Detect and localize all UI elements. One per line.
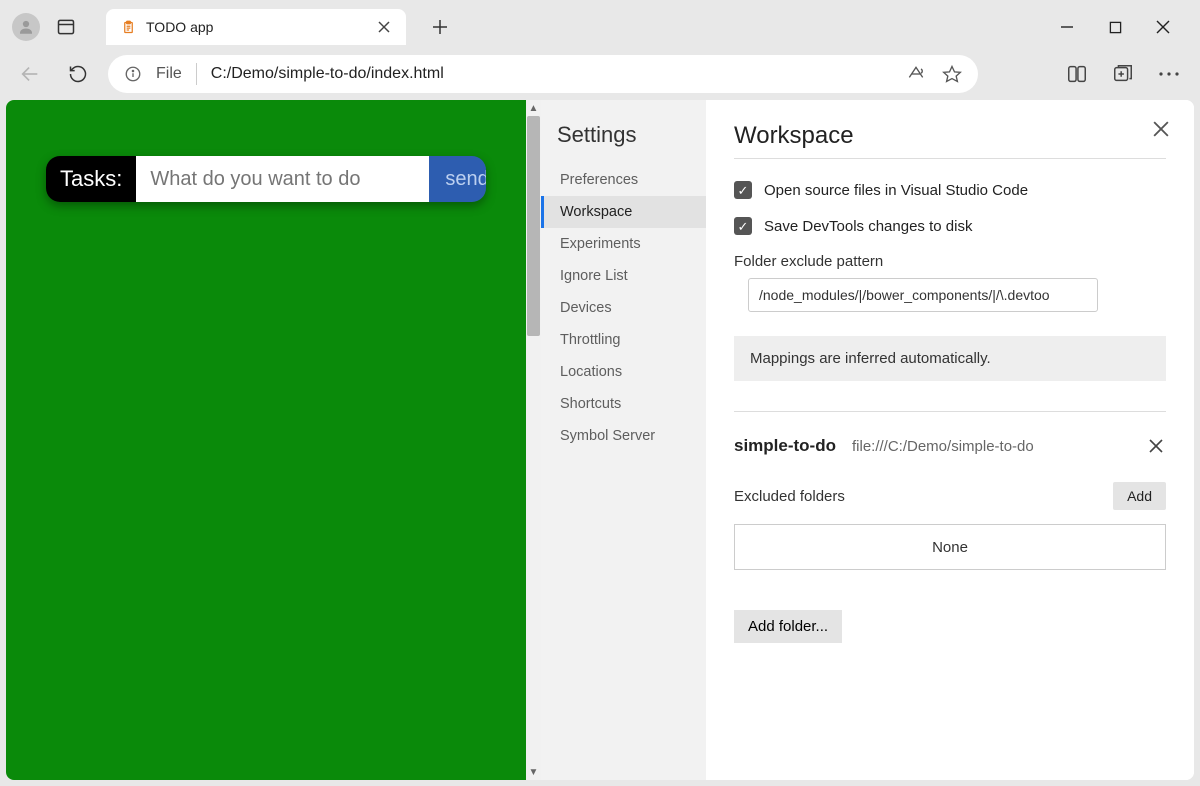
checkbox-open-vscode[interactable]: ✓ Open source files in Visual Studio Cod… [734,181,1166,199]
tab-strip: TODO app [0,0,1200,48]
tab-title: TODO app [146,19,213,35]
add-folder-button[interactable]: Add folder... [734,610,842,643]
page-viewport: Tasks: send ▲ ▼ [6,100,541,780]
task-input[interactable] [136,156,429,202]
todo-form: Tasks: send [46,156,486,202]
settings-nav-ignore-list[interactable]: Ignore List [541,260,706,292]
settings-main: Workspace ✓ Open source files in Visual … [706,100,1194,780]
workspace-folder-row: simple-to-do file:///C:/Demo/simple-to-d… [734,436,1166,456]
scrollbar[interactable]: ▲ ▼ [526,100,541,780]
excluded-folders-empty: None [734,524,1166,570]
refresh-button[interactable] [60,56,96,92]
remove-folder-button[interactable] [1146,436,1166,456]
split-screen-icon[interactable] [1064,61,1090,87]
info-message: Mappings are inferred automatically. [734,336,1166,381]
settings-title: Settings [541,122,706,164]
read-aloud-icon[interactable] [906,64,926,84]
clipboard-icon [120,19,136,35]
scroll-up-icon[interactable]: ▲ [526,100,541,116]
checkbox-label: Save DevTools changes to disk [764,218,972,235]
profile-icon[interactable] [12,13,40,41]
minimize-button[interactable] [1056,16,1078,38]
more-icon[interactable] [1156,61,1182,87]
divider [734,411,1166,412]
window-controls [1056,6,1192,48]
back-button[interactable] [12,56,48,92]
close-settings-button[interactable] [1150,118,1172,140]
maximize-button[interactable] [1104,16,1126,38]
new-tab-button[interactable] [424,11,456,43]
checkbox-icon: ✓ [734,181,752,199]
folder-exclude-input[interactable] [748,278,1098,312]
address-bar[interactable]: File C:/Demo/simple-to-do/index.html [108,55,978,93]
excluded-folders-label: Excluded folders [734,488,845,505]
tab-actions-icon[interactable] [50,11,82,43]
collections-icon[interactable] [1110,61,1136,87]
tab-close-button[interactable] [374,17,394,37]
settings-nav-shortcuts[interactable]: Shortcuts [541,388,706,420]
site-info-icon[interactable] [124,65,142,83]
checkbox-save-devtools[interactable]: ✓ Save DevTools changes to disk [734,217,1166,235]
folder-name: simple-to-do [734,436,836,456]
settings-nav-preferences[interactable]: Preferences [541,164,706,196]
scroll-thumb[interactable] [527,116,540,336]
checkbox-icon: ✓ [734,217,752,235]
settings-nav-locations[interactable]: Locations [541,356,706,388]
close-window-button[interactable] [1152,16,1174,38]
divider [196,63,197,85]
toolbar: File C:/Demo/simple-to-do/index.html [0,48,1200,100]
add-excluded-button[interactable]: Add [1113,482,1166,510]
panel-title: Workspace [734,122,1166,159]
checkbox-label: Open source files in Visual Studio Code [764,182,1028,199]
tasks-label: Tasks: [46,156,136,202]
settings-nav-experiments[interactable]: Experiments [541,228,706,260]
devtools-panel: Settings PreferencesWorkspaceExperiments… [541,100,1194,780]
send-button[interactable]: send [429,156,486,202]
scroll-down-icon[interactable]: ▼ [526,764,541,780]
address-protocol: File [156,65,182,83]
settings-sidebar: Settings PreferencesWorkspaceExperiments… [541,100,706,780]
settings-nav-workspace[interactable]: Workspace [541,196,706,228]
folder-exclude-label: Folder exclude pattern [734,253,1166,270]
settings-nav-throttling[interactable]: Throttling [541,324,706,356]
browser-tab[interactable]: TODO app [106,9,406,45]
settings-nav-symbol-server[interactable]: Symbol Server [541,420,706,452]
address-path: C:/Demo/simple-to-do/index.html [211,65,444,83]
folder-path: file:///C:/Demo/simple-to-do [852,438,1034,455]
favorite-icon[interactable] [942,64,962,84]
settings-nav-devices[interactable]: Devices [541,292,706,324]
